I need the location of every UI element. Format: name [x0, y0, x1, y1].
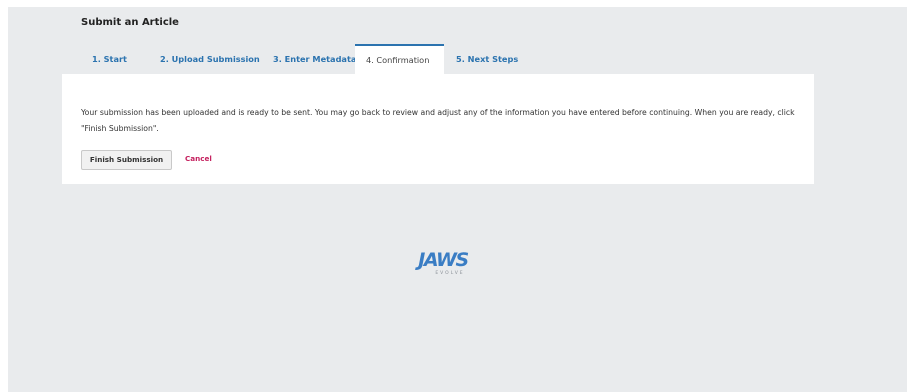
page-background: Submit an Article 1. Start 2. Upload Sub…	[8, 7, 907, 392]
finish-submission-button[interactable]: Finish Submission	[81, 150, 172, 170]
submission-steps-tabs: 1. Start 2. Upload Submission 3. Enter M…	[62, 44, 544, 74]
confirmation-message: Your submission has been uploaded and is…	[81, 108, 795, 133]
jaws-logo: JAWS EVOLVE	[414, 249, 470, 276]
confirmation-panel: Your submission has been uploaded and is…	[62, 74, 814, 184]
tab-start[interactable]: 1. Start	[62, 44, 132, 74]
cancel-link[interactable]: Cancel	[185, 154, 212, 163]
tab-next-steps[interactable]: 5. Next Steps	[444, 44, 544, 74]
tab-confirmation[interactable]: 4. Confirmation	[355, 44, 444, 74]
tab-upload-submission[interactable]: 2. Upload Submission	[132, 44, 260, 74]
tab-enter-metadata[interactable]: 3. Enter Metadata	[252, 44, 356, 74]
page-title: Submit an Article	[81, 17, 179, 28]
logo-wordmark: JAWS	[414, 249, 468, 271]
logo-tagline: EVOLVE	[435, 270, 464, 276]
